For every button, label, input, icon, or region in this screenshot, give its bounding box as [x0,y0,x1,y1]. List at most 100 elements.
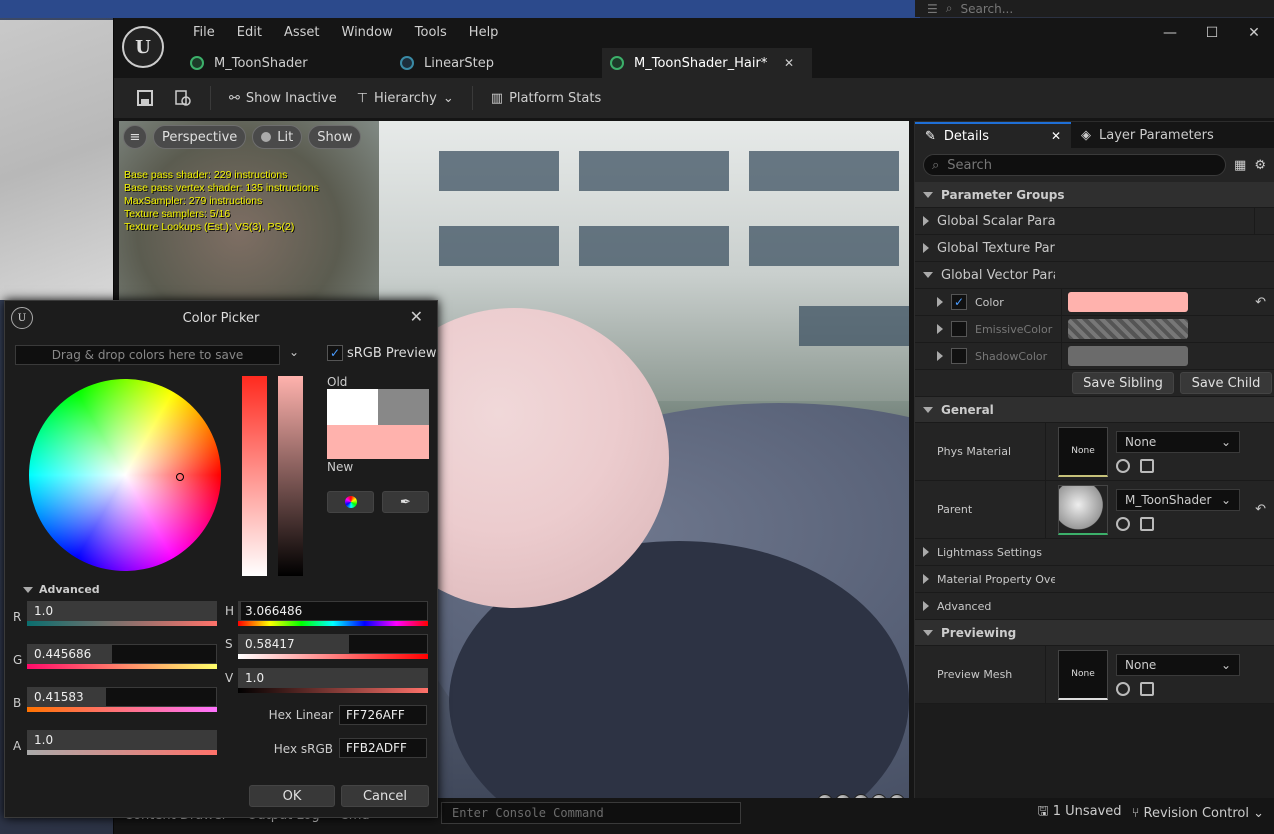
maximize-button[interactable]: ☐ [1191,18,1233,48]
close-window-button[interactable]: ✕ [1233,18,1274,48]
color-wheel-mode-button[interactable] [327,491,374,513]
v-input[interactable]: 1.0 [238,668,428,688]
emissive-override-checkbox[interactable] [951,321,967,337]
viewport-menu-button[interactable]: ≡ [123,125,147,149]
show-inactive-button[interactable]: ⚯ Show Inactive [221,83,345,113]
collapsed-icon[interactable] [937,351,943,361]
reset-icon[interactable]: ↶ [1255,502,1266,517]
emissive-swatch[interactable] [1068,319,1188,339]
save-sibling-button[interactable]: Save Sibling [1072,372,1174,394]
a-input[interactable]: 1.0 [27,730,217,750]
section-parameter-groups[interactable]: Parameter Groups [915,182,1274,208]
tab-linearstep[interactable]: LinearStep [392,48,602,78]
g-input[interactable]: 0.445686 [27,644,217,664]
tab-m-toonshader-hair[interactable]: M_ToonShader_Hair* ✕ [602,48,812,78]
group-global-vector[interactable]: Global Vector Para [915,262,1274,289]
unsaved-button[interactable]: 🖫 1 Unsaved [1038,802,1122,824]
color-wheel-selector[interactable] [176,473,184,481]
r-input[interactable]: 1.0 [27,601,217,621]
menu-file[interactable]: File [182,24,226,42]
collapsed-icon[interactable] [937,324,943,334]
lightmass-settings-row[interactable]: Lightmass Settings [915,539,1274,566]
h-input[interactable]: 3.066486 [238,601,428,621]
save-child-button[interactable]: Save Child [1180,372,1272,394]
saturation-slider[interactable] [242,376,267,576]
hierarchy-label: Hierarchy [374,90,437,106]
lit-button[interactable]: Lit [252,125,303,149]
preview-mesh-thumbnail[interactable]: None [1058,649,1108,700]
tab-layer-parameters[interactable]: ◈ Layer Parameters [1071,122,1224,148]
phys-material-thumbnail[interactable]: None [1058,426,1108,477]
grid-view-icon[interactable]: ▦ [1234,158,1246,173]
minimize-button[interactable]: — [1149,18,1191,48]
parent-thumbnail[interactable] [1058,484,1108,535]
color-swatch[interactable] [1068,292,1188,312]
background-search[interactable]: ☰ ⌕ Search... [915,0,1274,17]
eyedropper-button[interactable]: ✒ [382,491,429,513]
status-right: 🖫 1 Unsaved ⑂ Revision Control ⌄ [1038,798,1265,828]
advanced-section[interactable]: Advanced [23,583,100,596]
color-override-checkbox[interactable]: ✓ [951,294,967,310]
hex-linear-input[interactable]: FF726AFF [339,705,427,725]
advanced-row[interactable]: Advanced [915,593,1274,620]
browse-asset-icon[interactable] [1140,681,1154,696]
cancel-button[interactable]: Cancel [341,785,429,807]
browse-button[interactable] [166,83,200,113]
reset-icon[interactable]: ↶ [1255,295,1266,310]
hex-srgb-input[interactable]: FFB2ADFF [339,738,427,758]
srgb-checkbox[interactable]: ✓ [327,345,343,361]
preview-mesh-dropdown[interactable]: None ⌄ [1116,653,1240,676]
eyedropper-icon: ✒ [400,494,411,510]
stat-line: Texture Lookups (Est.): VS(3), PS(2) [124,221,295,233]
color-theme-drop-area[interactable]: Drag & drop colors here to save [15,345,280,365]
collapsed-icon [923,601,929,611]
close-icon[interactable]: ✕ [410,307,423,326]
use-selected-icon[interactable] [1116,681,1130,696]
hierarchy-button[interactable]: ⊤ Hierarchy ⌄ [349,83,462,113]
revision-control-button[interactable]: ⑂ Revision Control ⌄ [1132,806,1264,821]
shadow-swatch[interactable] [1068,346,1188,366]
collapsed-icon[interactable] [937,297,943,307]
use-selected-icon[interactable] [1116,516,1130,531]
close-tab-icon[interactable]: ✕ [784,56,794,70]
ok-button[interactable]: OK [249,785,335,807]
save-button[interactable] [128,83,162,113]
browse-asset-icon[interactable] [1140,458,1154,473]
close-tab-icon[interactable]: ✕ [1051,129,1061,143]
tab-m-toonshader[interactable]: M_ToonShader [182,48,392,78]
tab-label: LinearStep [424,55,495,71]
background-level-floor [0,20,115,300]
platform-stats-button[interactable]: ▥ Platform Stats [483,83,609,113]
menu-asset[interactable]: Asset [273,24,331,42]
color-picker-dialog: U Color Picker ✕ Drag & drop colors here… [4,300,438,818]
chevron-down-icon[interactable]: ⌄ [289,345,299,359]
gear-icon[interactable]: ⚙ [1254,158,1266,173]
s-input[interactable]: 0.58417 [238,634,428,654]
a-value: 1.0 [34,733,54,747]
tab-details[interactable]: ✎ Details ✕ [915,122,1071,148]
section-previewing[interactable]: Previewing [915,620,1274,646]
menu-window[interactable]: Window [331,24,404,42]
details-search-input[interactable]: ⌕ Search [923,154,1227,176]
menu-edit[interactable]: Edit [226,24,273,42]
show-button[interactable]: Show [308,125,362,149]
chevron-down-icon: ⌄ [442,90,454,106]
menu-help[interactable]: Help [458,24,510,42]
color-wheel[interactable] [29,379,221,571]
browse-asset-icon[interactable] [1140,516,1154,531]
perspective-button[interactable]: Perspective [153,125,247,149]
value-slider[interactable] [278,376,303,576]
dropdown-value: None [1125,434,1157,449]
use-selected-icon[interactable] [1116,458,1130,473]
parent-dropdown[interactable]: M_ToonShader ⌄ [1116,488,1240,511]
group-global-scalar[interactable]: Global Scalar Parai [915,208,1274,235]
shadow-override-checkbox[interactable] [951,348,967,364]
group-global-texture[interactable]: Global Texture Par [915,235,1274,262]
menu-tools[interactable]: Tools [404,24,458,42]
material-property-row[interactable]: Material Property Ove [915,566,1274,593]
console-input[interactable]: Enter Console Command [441,802,741,824]
phys-material-dropdown[interactable]: None ⌄ [1116,430,1240,453]
srgb-preview-toggle[interactable]: ✓ sRGB Preview [327,345,437,361]
section-general[interactable]: General [915,397,1274,423]
b-input[interactable]: 0.41583 [27,687,217,707]
